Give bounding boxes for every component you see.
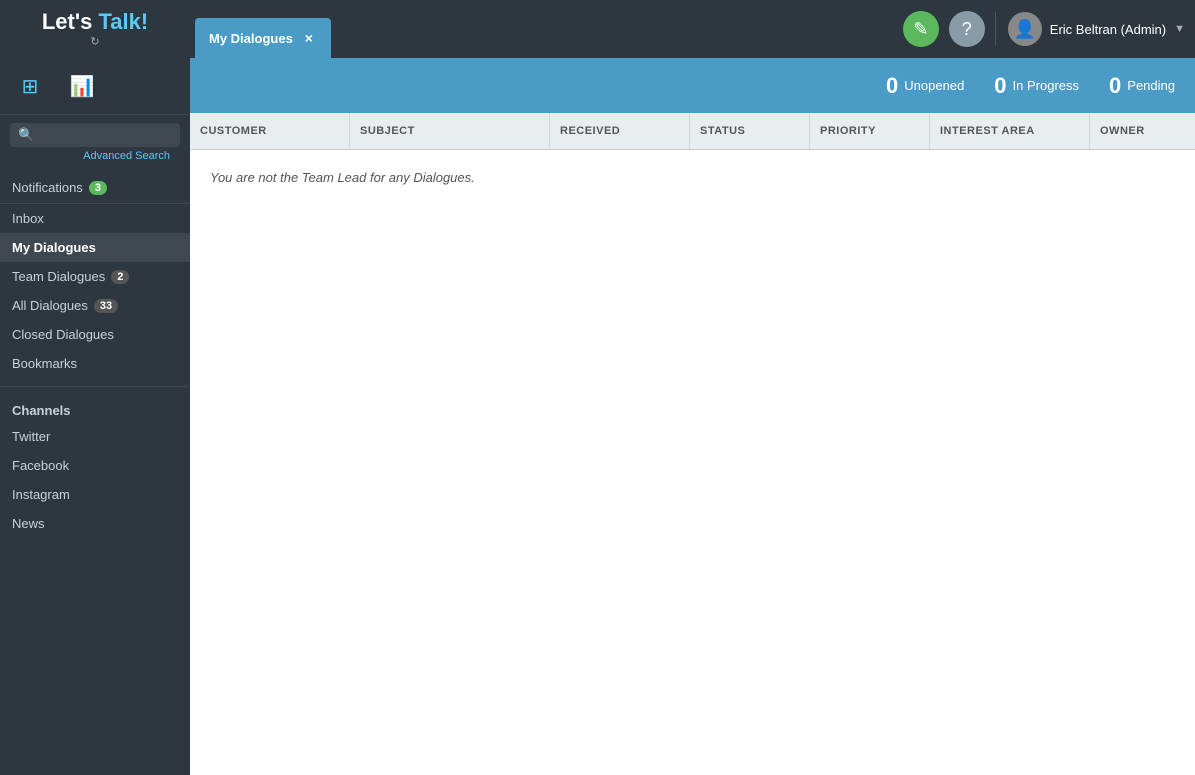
twitter-label: Twitter — [12, 429, 50, 444]
col-subject: SUBJECT — [350, 113, 550, 149]
sidebar-item-my-dialogues[interactable]: My Dialogues — [0, 233, 190, 262]
search-input[interactable] — [39, 128, 172, 142]
col-status: STATUS — [690, 113, 810, 149]
col-received: RECEIVED — [550, 113, 690, 149]
search-input-wrap: 🔍 — [10, 123, 180, 147]
unopened-label: Unopened — [904, 78, 964, 93]
inprogress-label: In Progress — [1013, 78, 1079, 93]
sidebar-item-inbox[interactable]: Inbox — [0, 204, 190, 233]
empty-message: You are not the Team Lead for any Dialog… — [210, 170, 1175, 185]
pending-label: Pending — [1127, 78, 1175, 93]
topbar-right: ✎ ? 👤 Eric Beltran (Admin) ▼ — [903, 11, 1185, 47]
stat-unopened: 0 Unopened — [886, 73, 964, 99]
sidebar-item-bookmarks[interactable]: Bookmarks — [0, 349, 190, 378]
news-label: News — [12, 516, 45, 531]
search-area: 🔍 Advanced Search — [0, 115, 190, 172]
sidebar-icon-row: ⊞ 📊 — [0, 58, 190, 115]
chart-icon-button[interactable]: 📊 — [64, 68, 100, 104]
notifications-row[interactable]: Notifications 3 — [0, 172, 190, 204]
closed-dialogues-label: Closed Dialogues — [12, 327, 114, 342]
bookmarks-label: Bookmarks — [12, 356, 77, 371]
topbar: Let's Talk! ↻ My Dialogues × ✎ ? 👤 Eric … — [0, 0, 1195, 58]
team-dialogues-label: Team Dialogues — [12, 269, 105, 284]
logo: Let's Talk! ↻ — [42, 10, 148, 47]
sidebar-item-closed-dialogues[interactable]: Closed Dialogues — [0, 320, 190, 349]
main-layout: ⊞ 📊 🔍 Advanced Search Notifications 3 In… — [0, 58, 1195, 775]
sidebar-item-all-dialogues[interactable]: All Dialogues 33 — [0, 291, 190, 320]
edit-icon: ✎ — [913, 19, 928, 40]
col-owner: OWNER — [1090, 113, 1195, 149]
topbar-left: Let's Talk! ↻ My Dialogues × — [0, 0, 331, 58]
tab-label: My Dialogues — [209, 31, 293, 46]
channels-label: Channels — [0, 395, 190, 422]
pending-count: 0 — [1109, 73, 1121, 99]
avatar: 👤 — [1008, 12, 1042, 46]
stat-pending: 0 Pending — [1109, 73, 1175, 99]
inprogress-count: 0 — [994, 73, 1006, 99]
inbox-label: Inbox — [12, 211, 44, 226]
stats-bar: 0 Unopened 0 In Progress 0 Pending — [190, 58, 1195, 113]
unopened-count: 0 — [886, 73, 898, 99]
advanced-search-link[interactable]: Advanced Search — [10, 147, 180, 168]
user-name: Eric Beltran (Admin) — [1050, 22, 1166, 37]
facebook-label: Facebook — [12, 458, 69, 473]
edit-icon-button[interactable]: ✎ — [903, 11, 939, 47]
content-area: 0 Unopened 0 In Progress 0 Pending CUSTO… — [190, 58, 1195, 775]
sidebar-item-instagram[interactable]: Instagram — [0, 480, 190, 509]
sidebar-divider — [0, 386, 190, 387]
sidebar-item-twitter[interactable]: Twitter — [0, 422, 190, 451]
col-priority: PRIORITY — [810, 113, 930, 149]
my-dialogues-tab[interactable]: My Dialogues × — [195, 18, 331, 58]
sidebar-item-team-dialogues[interactable]: Team Dialogues 2 — [0, 262, 190, 291]
logo-text: Let's Talk! — [42, 10, 148, 34]
logo-area: Let's Talk! ↻ — [0, 0, 190, 58]
logo-arrow: ↻ — [42, 35, 148, 48]
sidebar-item-facebook[interactable]: Facebook — [0, 451, 190, 480]
table-body: You are not the Team Lead for any Dialog… — [190, 150, 1195, 775]
col-interest-area: INTEREST AREA — [930, 113, 1090, 149]
table-header: CUSTOMER SUBJECT RECEIVED STATUS PRIORIT… — [190, 113, 1195, 150]
notifications-label: Notifications — [12, 180, 83, 195]
user-menu[interactable]: 👤 Eric Beltran (Admin) ▼ — [995, 12, 1185, 46]
all-dialogues-badge: 33 — [94, 299, 118, 313]
col-customer: CUSTOMER — [190, 113, 350, 149]
stat-inprogress: 0 In Progress — [994, 73, 1079, 99]
tab-area: My Dialogues × — [190, 0, 331, 58]
search-icon: 🔍 — [18, 127, 34, 143]
help-icon: ? — [962, 19, 972, 40]
team-dialogues-badge: 2 — [111, 270, 129, 284]
grid-icon-button[interactable]: ⊞ — [12, 68, 48, 104]
all-dialogues-label: All Dialogues — [12, 298, 88, 313]
help-icon-button[interactable]: ? — [949, 11, 985, 47]
sidebar-item-news[interactable]: News — [0, 509, 190, 538]
chevron-down-icon: ▼ — [1174, 23, 1185, 35]
tab-close-button[interactable]: × — [301, 30, 317, 46]
instagram-label: Instagram — [12, 487, 70, 502]
notifications-badge: 3 — [89, 181, 107, 195]
sidebar: ⊞ 📊 🔍 Advanced Search Notifications 3 In… — [0, 58, 190, 775]
my-dialogues-label: My Dialogues — [12, 240, 96, 255]
